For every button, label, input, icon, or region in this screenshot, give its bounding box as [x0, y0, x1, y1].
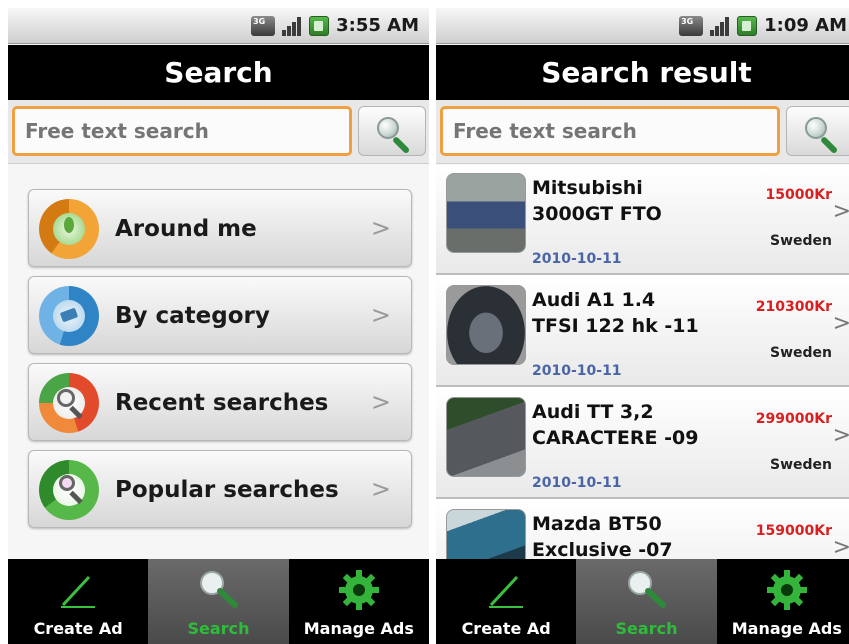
battery-icon	[737, 15, 758, 36]
gear-icon	[338, 570, 379, 610]
page-title: Search	[8, 45, 429, 100]
status-time: 3:55 AM	[336, 15, 419, 36]
car-thumbnail	[446, 285, 526, 365]
nav-manage-ads[interactable]: Manage Ads	[289, 559, 429, 644]
result-country: Sweden	[770, 345, 832, 361]
nav-create-ad[interactable]: Create Ad	[436, 559, 576, 644]
location-icon	[39, 199, 99, 259]
status-bar: 3G 1:09 AM	[436, 8, 849, 44]
nav-label: Manage Ads	[303, 619, 414, 638]
chevron-right-icon: >	[370, 388, 391, 416]
signal-icon	[282, 16, 302, 36]
network-3g-icon: 3G	[679, 15, 704, 36]
gear-icon	[766, 570, 807, 610]
search-icon	[628, 571, 667, 608]
menu-recent-searches[interactable]: Recent searches >	[28, 363, 412, 441]
search-row	[8, 100, 429, 164]
car-thumbnail	[446, 397, 526, 477]
category-icon	[39, 286, 99, 346]
nav-label: Search	[187, 619, 250, 638]
chevron-right-icon: >	[832, 311, 849, 336]
menu-by-category[interactable]: By category >	[28, 276, 412, 354]
nav-manage-ads[interactable]: Manage Ads	[717, 559, 849, 644]
chevron-right-icon: >	[370, 214, 391, 242]
search-row	[436, 100, 849, 164]
result-title: Mazda BT50 Exclusive -07	[532, 513, 673, 559]
search-input[interactable]	[12, 106, 352, 156]
nav-search[interactable]: Search	[148, 559, 289, 644]
nav-create-ad[interactable]: Create Ad	[8, 559, 148, 644]
menu-label: By category	[115, 303, 270, 329]
result-date: 2010-10-11	[532, 475, 622, 491]
nav-label: Manage Ads	[731, 619, 842, 638]
nav-label: Create Ad	[33, 619, 123, 638]
result-row[interactable]: Mitsubishi 3000GT FTO 15000Kr Sweden 201…	[436, 165, 849, 275]
search-button[interactable]	[358, 106, 426, 156]
status-bar: 3G 3:55 AM	[8, 8, 429, 44]
chevron-right-icon: >	[832, 199, 849, 224]
car-thumbnail	[446, 173, 526, 253]
battery-icon	[309, 15, 330, 36]
result-row[interactable]: Mazda BT50 Exclusive -07 159000Kr >	[436, 501, 849, 559]
result-row[interactable]: Audi TT 3,2 CARACTERE -09 299000Kr Swede…	[436, 389, 849, 499]
network-3g-icon: 3G	[251, 15, 276, 36]
menu-label: Recent searches	[115, 390, 329, 416]
result-country: Sweden	[770, 233, 832, 249]
car-thumbnail	[446, 509, 526, 559]
result-price: 299000Kr	[755, 411, 832, 427]
result-price: 159000Kr	[755, 523, 832, 539]
chevron-right-icon: >	[370, 475, 391, 503]
search-result-screen: 3G 1:09 AM Search result Mitsubishi 3000…	[436, 8, 849, 644]
bottom-nav: Create Ad Search Manage Ads	[436, 559, 849, 644]
result-title: Audi TT 3,2 CARACTERE -09	[532, 401, 699, 449]
result-date: 2010-10-11	[532, 363, 622, 379]
menu-around-me[interactable]: Around me >	[28, 189, 412, 267]
popular-search-icon	[39, 460, 99, 520]
results-list[interactable]: Mitsubishi 3000GT FTO 15000Kr Sweden 201…	[436, 165, 849, 559]
result-country: Sweden	[770, 457, 832, 473]
pencil-icon	[61, 575, 96, 608]
chevron-right-icon: >	[832, 423, 849, 448]
result-title: Audi A1 1.4 TFSI 122 hk -11	[532, 289, 699, 337]
chevron-right-icon: >	[832, 535, 849, 559]
menu-label: Popular searches	[115, 477, 339, 503]
result-row[interactable]: Audi A1 1.4 TFSI 122 hk -11 210300Kr Swe…	[436, 277, 849, 387]
search-screen: 3G 3:55 AM Search Around me > By categor…	[8, 8, 429, 644]
menu-label: Around me	[115, 216, 257, 242]
nav-search[interactable]: Search	[576, 559, 717, 644]
result-title: Mitsubishi 3000GT FTO	[532, 177, 662, 225]
status-time: 1:09 AM	[764, 15, 847, 36]
pencil-icon	[489, 575, 524, 608]
nav-label: Create Ad	[461, 619, 551, 638]
result-price: 15000Kr	[765, 187, 832, 203]
search-button[interactable]	[786, 106, 849, 156]
search-input[interactable]	[440, 106, 780, 156]
result-price: 210300Kr	[755, 299, 832, 315]
signal-icon	[710, 16, 730, 36]
search-icon	[200, 571, 239, 608]
result-date: 2010-10-11	[532, 251, 622, 267]
page-title: Search result	[436, 45, 849, 100]
bottom-nav: Create Ad Search Manage Ads	[8, 559, 429, 644]
menu-popular-searches[interactable]: Popular searches >	[28, 450, 412, 528]
recent-search-icon	[39, 373, 99, 433]
chevron-right-icon: >	[370, 301, 391, 329]
nav-label: Search	[615, 619, 678, 638]
